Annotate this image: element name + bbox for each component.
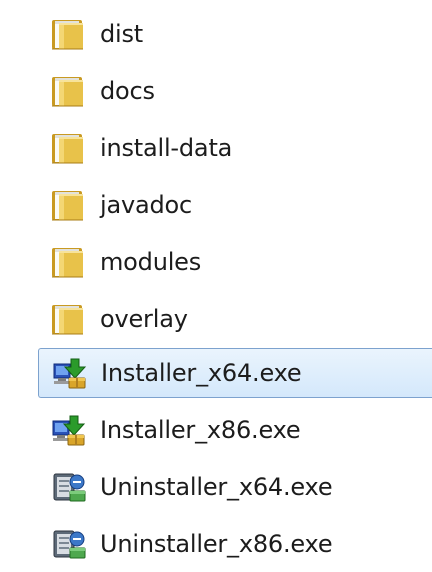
folder-icon bbox=[50, 131, 88, 165]
installer-icon bbox=[51, 356, 89, 390]
file-item-uninstaller-x86[interactable]: Uninstaller_x86.exe bbox=[38, 519, 432, 569]
file-item-dist[interactable]: dist bbox=[38, 9, 432, 59]
file-item-label: overlay bbox=[100, 305, 188, 333]
folder-icon bbox=[50, 188, 88, 222]
file-item-label: install-data bbox=[100, 134, 233, 162]
file-item-modules[interactable]: modules bbox=[38, 237, 432, 287]
uninstaller-icon bbox=[50, 470, 88, 504]
file-item-label: Installer_x64.exe bbox=[101, 359, 302, 387]
file-item-label: javadoc bbox=[100, 191, 192, 219]
file-item-label: Uninstaller_x86.exe bbox=[100, 530, 333, 558]
file-item-label: Installer_x86.exe bbox=[100, 416, 301, 444]
folder-icon bbox=[50, 245, 88, 279]
file-list: dist docs install-data javadoc modules o… bbox=[0, 0, 432, 572]
folder-icon bbox=[50, 302, 88, 336]
file-item-overlay[interactable]: overlay bbox=[38, 294, 432, 344]
file-item-label: modules bbox=[100, 248, 202, 276]
file-item-uninstaller-x64[interactable]: Uninstaller_x64.exe bbox=[38, 462, 432, 512]
file-item-docs[interactable]: docs bbox=[38, 66, 432, 116]
file-item-install-data[interactable]: install-data bbox=[38, 123, 432, 173]
installer-icon bbox=[50, 413, 88, 447]
uninstaller-icon bbox=[50, 527, 88, 561]
folder-icon bbox=[50, 74, 88, 108]
file-item-installer-x64[interactable]: Installer_x64.exe bbox=[38, 348, 432, 398]
file-item-label: dist bbox=[100, 20, 144, 48]
file-item-installer-x86[interactable]: Installer_x86.exe bbox=[38, 405, 432, 455]
file-item-label: docs bbox=[100, 77, 155, 105]
file-item-javadoc[interactable]: javadoc bbox=[38, 180, 432, 230]
file-item-label: Uninstaller_x64.exe bbox=[100, 473, 333, 501]
folder-icon bbox=[50, 17, 88, 51]
